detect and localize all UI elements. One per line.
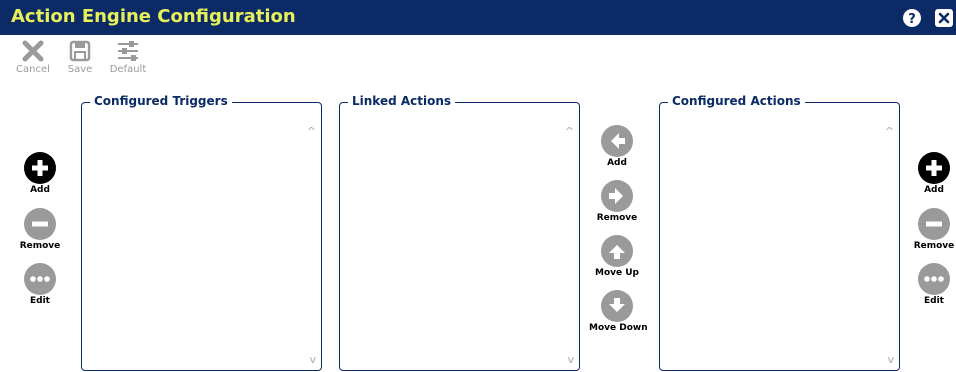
scroll-down-arrow[interactable]: v — [309, 353, 316, 366]
move-up-button[interactable]: Move Up — [589, 235, 645, 278]
add-linked-action-label: Add — [607, 158, 627, 168]
arrow-left-circle-icon — [601, 125, 633, 157]
minus-circle-icon — [918, 208, 950, 240]
scroll-down-arrow[interactable]: v — [887, 353, 894, 366]
remove-linked-action-label: Remove — [596, 213, 638, 223]
edit-action-button[interactable]: Edit — [906, 263, 956, 306]
sliders-icon — [118, 41, 138, 61]
close-icon[interactable] — [935, 9, 953, 27]
floppy-disk-icon — [69, 40, 91, 62]
scroll-up-arrow[interactable]: ^ — [565, 125, 574, 138]
x-icon — [22, 40, 44, 62]
move-up-label: Move Up — [595, 268, 639, 278]
title-bar: Action Engine Configuration ? — [0, 0, 956, 35]
configured-actions-panel[interactable]: Configured Actions ^ v — [659, 94, 900, 371]
cancel-label: Cancel — [16, 64, 50, 75]
edit-trigger-label: Edit — [30, 296, 50, 306]
window-title: Action Engine Configuration — [11, 6, 296, 27]
ellipsis-circle-icon — [918, 263, 950, 295]
remove-trigger-button[interactable]: Remove — [12, 208, 68, 251]
cancel-button[interactable]: Cancel — [11, 40, 55, 82]
move-down-label: Move Down — [589, 323, 648, 333]
configured-triggers-panel[interactable]: Configured Triggers ^ v — [81, 94, 322, 371]
remove-trigger-label: Remove — [19, 241, 61, 251]
plus-circle-icon — [918, 152, 950, 184]
move-down-button[interactable]: Move Down — [589, 290, 648, 333]
add-trigger-button[interactable]: Add — [12, 152, 68, 195]
configured-triggers-title: Configured Triggers — [90, 94, 232, 108]
svg-text:?: ? — [908, 12, 916, 27]
add-linked-action-button[interactable]: Add — [589, 125, 645, 168]
default-label: Default — [109, 64, 147, 75]
minus-circle-icon — [24, 208, 56, 240]
default-button[interactable]: Default — [106, 40, 150, 82]
add-action-button[interactable]: Add — [906, 152, 956, 195]
arrow-right-circle-icon — [601, 180, 633, 212]
ellipsis-circle-icon — [24, 263, 56, 295]
edit-action-label: Edit — [924, 296, 944, 306]
scroll-up-arrow[interactable]: ^ — [885, 125, 894, 138]
arrow-up-circle-icon — [601, 235, 633, 267]
configured-actions-title: Configured Actions — [668, 94, 805, 108]
save-button[interactable]: Save — [58, 40, 102, 82]
add-trigger-label: Add — [30, 185, 50, 195]
scroll-down-arrow[interactable]: v — [567, 353, 574, 366]
scroll-up-arrow[interactable]: ^ — [307, 125, 316, 138]
linked-actions-title: Linked Actions — [348, 94, 456, 108]
plus-circle-icon — [24, 152, 56, 184]
save-label: Save — [67, 64, 93, 75]
linked-actions-panel[interactable]: Linked Actions ^ v — [339, 94, 580, 371]
help-icon[interactable]: ? — [903, 9, 921, 27]
edit-trigger-button[interactable]: Edit — [12, 263, 68, 306]
remove-action-button[interactable]: Remove — [906, 208, 956, 251]
remove-linked-action-button[interactable]: Remove — [589, 180, 645, 223]
add-action-label: Add — [924, 185, 944, 195]
remove-action-label: Remove — [913, 241, 955, 251]
arrow-down-circle-icon — [601, 290, 633, 322]
